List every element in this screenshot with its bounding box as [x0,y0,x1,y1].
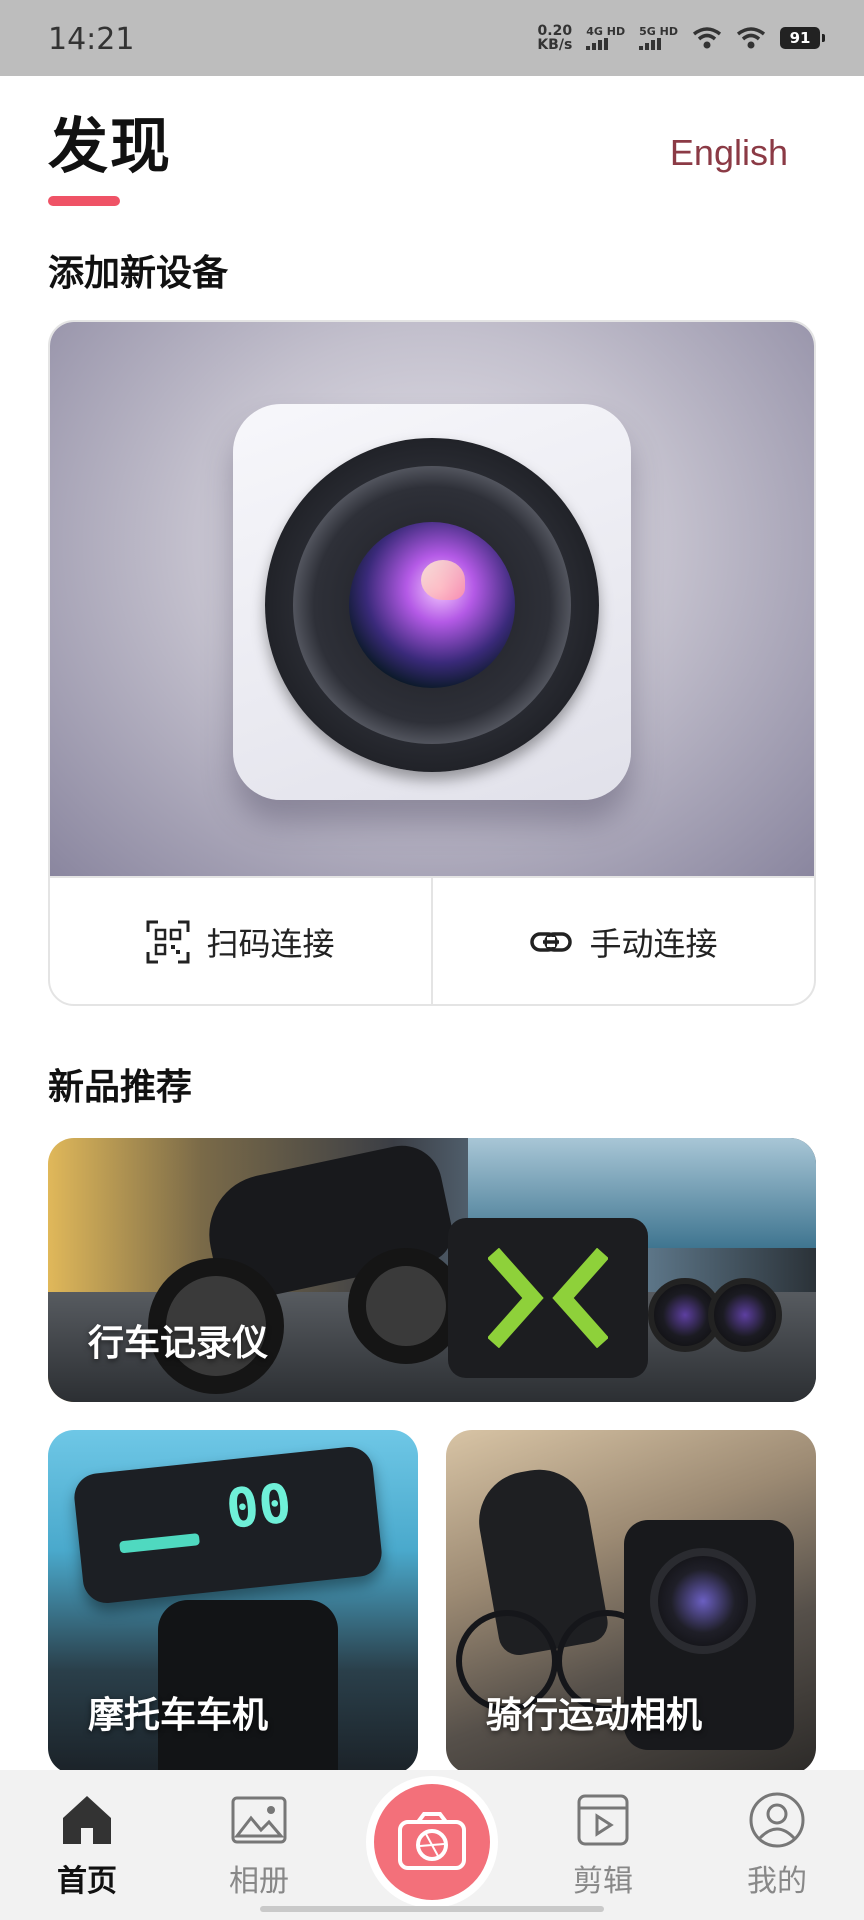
link-icon [530,932,573,952]
nav-label: 剪辑 [573,1864,633,1899]
manual-connect-label: 手动连接 [589,925,718,963]
dashcam-device-image [448,1218,648,1378]
manual-connect-button[interactable]: 手动连接 [431,878,814,1004]
add-device-hero[interactable] [50,322,814,876]
network-speed-value: 0.20 [537,23,573,39]
signal-label: 4G HD [586,25,626,38]
nav-item-gallery[interactable]: 相册 [204,1790,314,1900]
scan-connect-label: 扫码连接 [206,925,335,963]
network-speed-unit: KB/s [537,37,573,53]
speedometer-image: 00 [72,1444,384,1606]
language-switch-link[interactable]: English [670,132,788,174]
status-indicators: 0.20 KB/s 4G HD 5G HD 91 [537,24,825,52]
signal-icon: 4G HD [586,26,625,50]
product-label: 行车记录仪 [88,1323,269,1364]
product-label: 摩托车车机 [88,1695,269,1736]
nav-label: 我的 [747,1864,807,1899]
connect-actions: 扫码连接 手动连接 [50,876,814,1004]
profile-icon [749,1792,805,1848]
nav-item-edit[interactable]: 剪辑 [548,1790,658,1900]
add-device-section-title: 添加新设备 [48,253,229,294]
signal-label: 5G HD [639,25,678,38]
signal-icon: 5G HD [639,26,678,50]
page-title: 发现 [48,112,172,182]
video-edit-icon [577,1794,629,1846]
camera-icon [398,1812,466,1870]
nav-label: 首页 [57,1864,117,1899]
camera-app-icon [233,404,631,800]
nav-item-profile[interactable]: 我的 [722,1790,832,1900]
product-label: 骑行运动相机 [486,1695,703,1736]
nav-item-home[interactable]: 首页 [32,1790,142,1900]
home-icon [63,1796,111,1844]
product-card-sport-camera[interactable]: 骑行运动相机 [446,1430,816,1774]
title-underline [48,196,120,206]
status-time: 14:21 [48,22,135,57]
nav-camera-button[interactable] [366,1776,498,1908]
wifi-icon [692,27,722,49]
new-products-section-title: 新品推荐 [48,1067,193,1108]
battery-icon: 91 [780,27,825,49]
qr-scan-icon [146,920,190,964]
product-card-dashcam[interactable]: 行车记录仪 [48,1138,816,1402]
scan-connect-button[interactable]: 扫码连接 [50,878,431,1004]
wifi-icon [736,27,766,49]
product-card-motorcycle-unit[interactable]: 00 摩托车车机 [48,1430,418,1774]
nav-label: 相册 [229,1864,289,1899]
add-device-card: 扫码连接 手动连接 [48,320,816,1006]
camera-lens-icon [265,438,599,772]
home-indicator [260,1906,604,1912]
network-speed: 0.20 KB/s [537,24,572,52]
status-bar: 14:21 0.20 KB/s 4G HD 5G HD 91 [0,0,864,76]
gallery-icon [231,1796,287,1844]
